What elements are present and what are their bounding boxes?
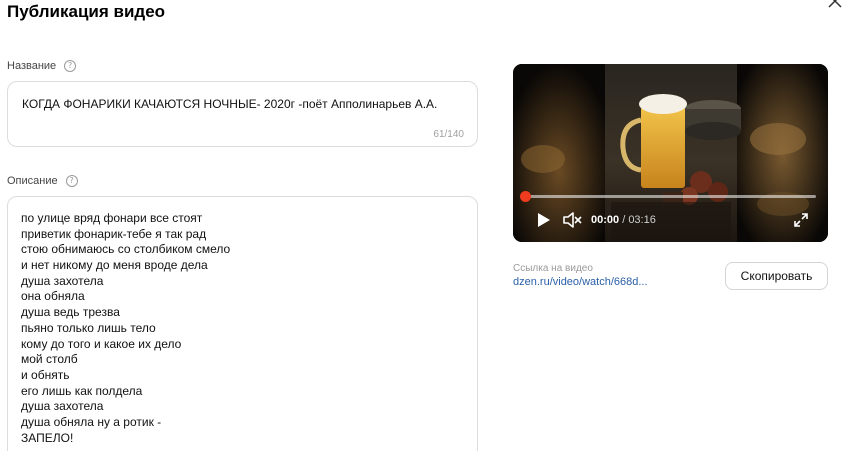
description-line: ЗАПЕЛО!	[21, 430, 74, 445]
question-icon[interactable]: ?	[65, 175, 78, 187]
description-text[interactable]: по улице вряд фонари все стоят приветик …	[21, 211, 230, 446]
time-readout: 00:00 / 03:16	[591, 214, 656, 226]
description-line: по улице вряд фонари все стоят	[21, 211, 203, 225]
description-line: кому до того и какое их дело	[21, 336, 182, 351]
char-counter: 61/140	[433, 129, 464, 140]
video-player[interactable]: 00:00 / 03:16	[513, 64, 828, 242]
description-line: душа захотела	[21, 273, 104, 288]
description-field[interactable]: по улице вряд фонари все стоят приветик …	[7, 196, 478, 451]
dialog-title: Публикация видео	[7, 2, 166, 21]
description-label-row: Описание ?	[7, 175, 78, 187]
description-line: приветик фонарик-тебе я так рад	[21, 226, 207, 241]
video-link-label: Ссылка на видео	[513, 263, 593, 274]
description-line: душа обняла ну а ротик -	[21, 414, 162, 429]
progress-track[interactable]	[525, 195, 816, 198]
description-line: его лишь как полдела	[21, 383, 143, 398]
name-label-row: Название ?	[7, 60, 77, 72]
name-label: Название	[7, 60, 57, 72]
close-icon[interactable]	[827, 0, 843, 9]
name-field[interactable]: КОГДА ФОНАРИКИ КАЧАЮТСЯ НОЧНЫЕ- 2020г -п…	[7, 81, 478, 147]
description-line: пьяно только лишь тело	[21, 320, 156, 335]
current-time: 00:00	[591, 214, 620, 226]
copy-button[interactable]: Скопировать	[725, 262, 828, 290]
description-line: стою обнимаюсь со столбиком смело	[21, 242, 231, 257]
description-line: и нет никому до меня вроде дела	[21, 258, 208, 273]
video-thumbnail	[513, 64, 828, 242]
description-line: и обнять	[21, 367, 70, 382]
publish-video-dialog: Публикация видео Название ? КОГДА ФОНАРИ…	[0, 0, 843, 451]
duration: 03:16	[628, 214, 656, 226]
description-line: она обняла	[21, 289, 85, 304]
play-icon[interactable]	[537, 212, 551, 228]
description-line: душа ведь трезва	[21, 305, 120, 320]
question-icon[interactable]: ?	[64, 60, 77, 72]
video-link[interactable]: dzen.ru/video/watch/668d...	[513, 276, 648, 288]
mute-icon[interactable]	[562, 211, 582, 229]
time-separator: /	[619, 214, 629, 226]
description-label: Описание	[7, 175, 58, 187]
description-line: душа захотела	[21, 399, 104, 414]
progress-handle[interactable]	[520, 191, 531, 202]
fullscreen-icon[interactable]	[793, 212, 809, 228]
description-line: мой столб	[21, 352, 78, 367]
name-input-value[interactable]: КОГДА ФОНАРИКИ КАЧАЮТСЯ НОЧНЫЕ- 2020г -п…	[22, 97, 437, 111]
